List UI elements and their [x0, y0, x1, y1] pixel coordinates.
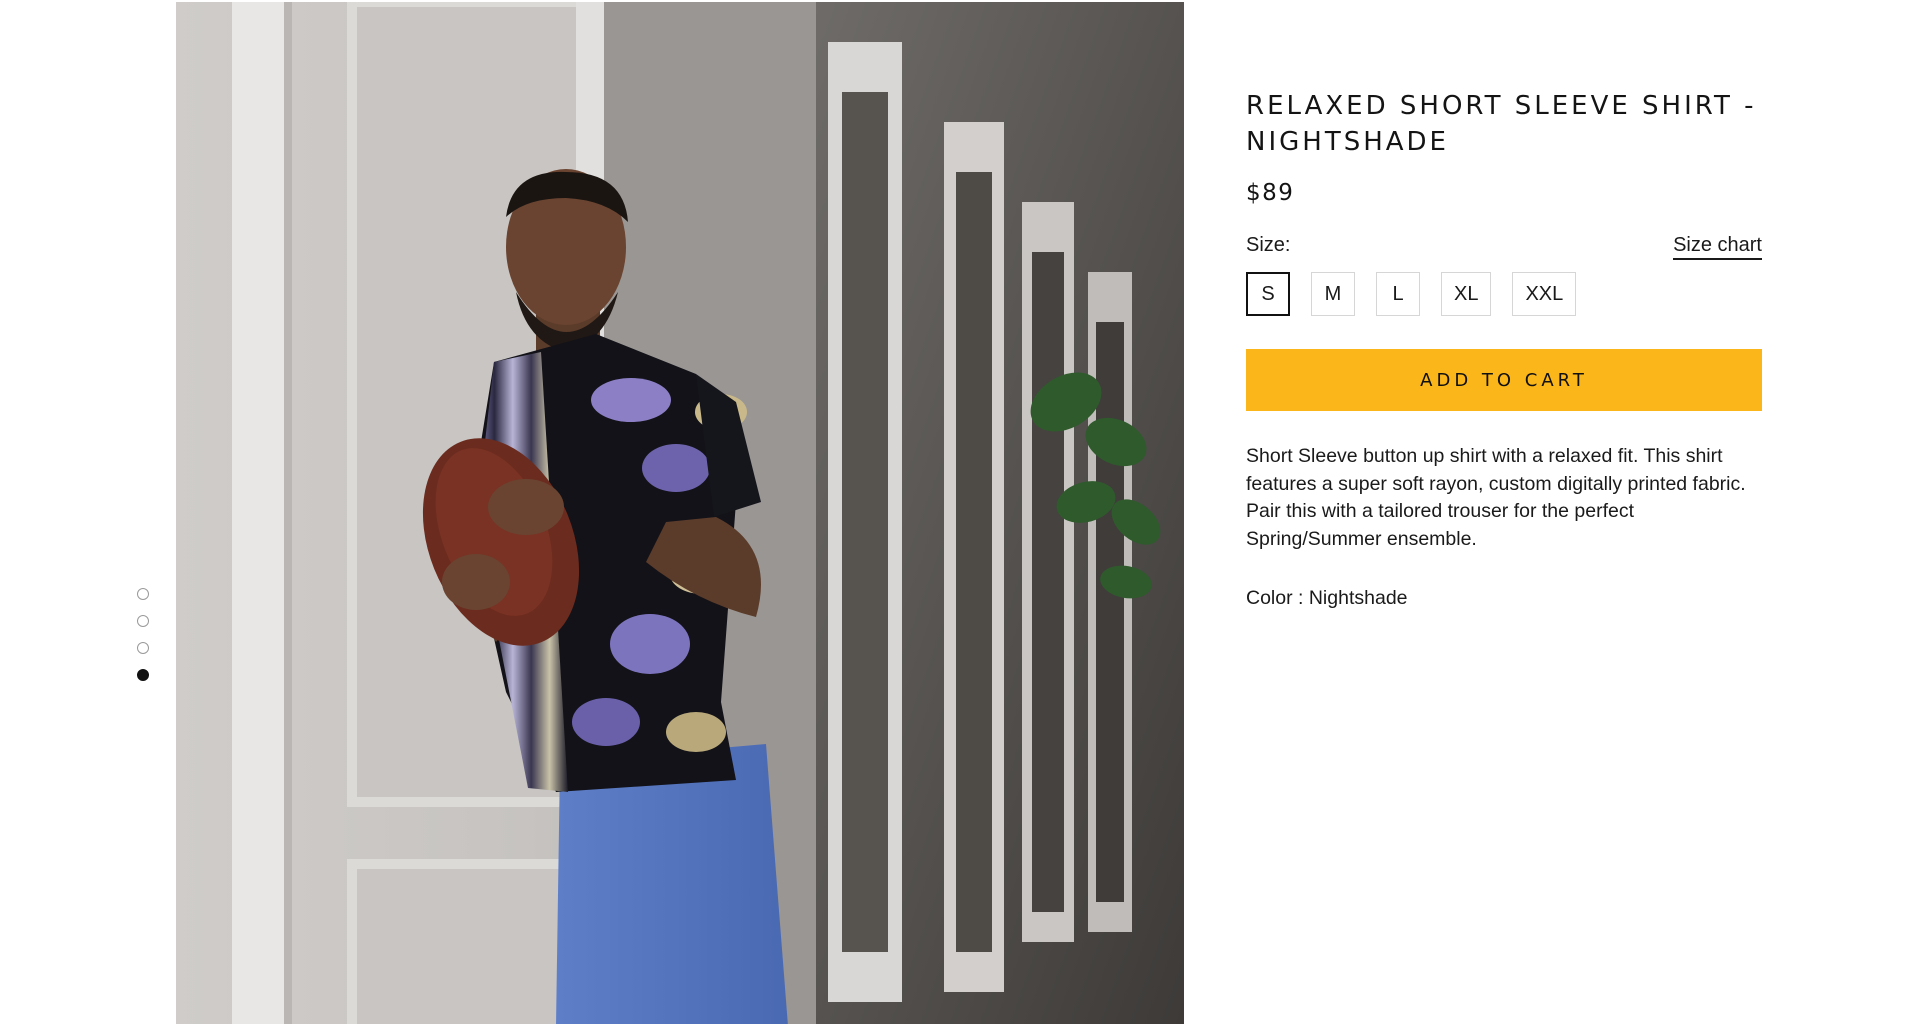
- product-photo-illustration: [176, 2, 1184, 1024]
- size-label: Size:: [1246, 234, 1291, 256]
- size-option-m[interactable]: M: [1311, 272, 1355, 316]
- size-option-xl[interactable]: XL: [1441, 272, 1492, 316]
- size-chart-link[interactable]: Size chart: [1673, 234, 1762, 260]
- product-page: RELAXED SHORT SLEEVE SHIRT - NIGHTSHADE …: [0, 0, 1920, 1024]
- gallery-dot-1[interactable]: [137, 588, 149, 600]
- gallery-dots: [137, 588, 149, 681]
- size-option-l[interactable]: L: [1376, 272, 1420, 316]
- gallery-dot-4[interactable]: [137, 669, 149, 681]
- product-description: Short Sleeve button up shirt with a rela…: [1246, 445, 1746, 550]
- size-options: S M L XL XXL: [1246, 272, 1762, 316]
- size-option-s[interactable]: S: [1246, 272, 1290, 316]
- product-price: $89: [1246, 180, 1295, 206]
- product-info: RELAXED SHORT SLEEVE SHIRT - NIGHTSHADE …: [1246, 88, 1762, 610]
- product-photo: [176, 2, 1184, 1024]
- product-title: RELAXED SHORT SLEEVE SHIRT - NIGHTSHADE: [1246, 91, 1757, 157]
- gallery-dot-3[interactable]: [137, 642, 149, 654]
- gallery-dot-2[interactable]: [137, 615, 149, 627]
- size-header: Size: Size chart: [1246, 234, 1762, 260]
- size-option-xxl[interactable]: XXL: [1512, 272, 1577, 316]
- add-to-cart-button[interactable]: ADD TO CART: [1246, 349, 1762, 411]
- product-color: Color : Nightshade: [1246, 587, 1408, 609]
